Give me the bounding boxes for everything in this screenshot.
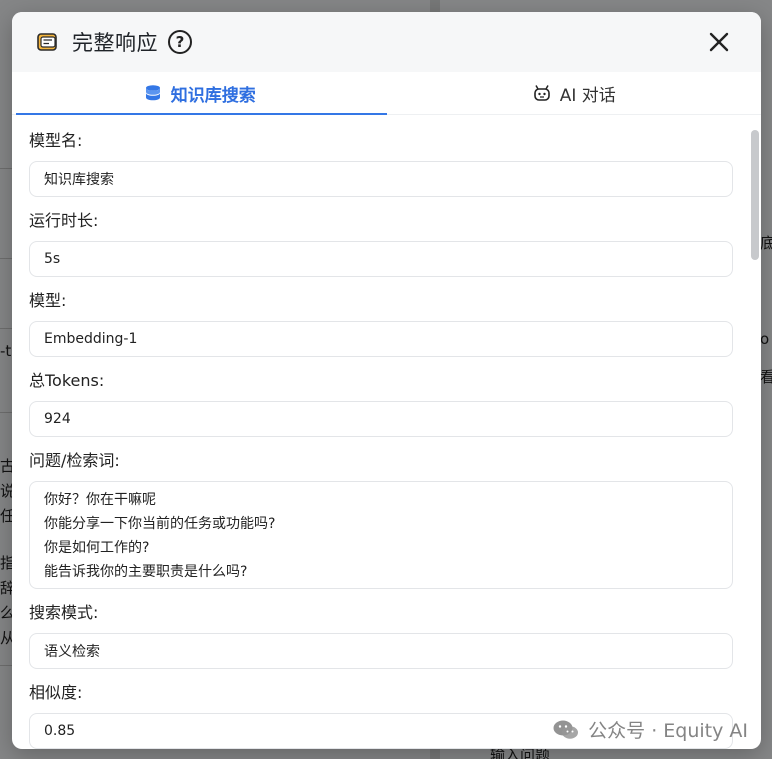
query-line: 你是如何工作的? [44,540,150,556]
watermark: 公众号 · Equity AI [552,716,748,743]
field-run-time: 运行时长: 5s [29,210,733,277]
close-icon [709,32,729,52]
search-mode-value[interactable]: 语义检索 [29,633,733,669]
tab-ai-chat[interactable]: AI 对话 [387,72,762,114]
total-tokens-value[interactable]: 924 [29,401,733,437]
field-label: 搜索模式: [29,603,99,622]
query-textarea[interactable]: 你好？你在干嘛呢 你能分享一下你当前的任务或功能吗? 你是如何工作的? 能告诉我… [29,481,733,589]
tab-label: 知识库搜索 [170,85,256,106]
robot-icon [532,83,552,103]
query-line: 能告诉我你的主要职责是什么吗? [44,564,248,580]
field-total-tokens: 总Tokens: 924 [29,370,733,437]
field-label: 问题/检索词: [29,451,120,470]
field-model: 模型: Embedding-1 [29,290,733,357]
field-label: 相似度: [29,683,83,702]
modal-title: 完整响应 [72,31,158,55]
tab-label: AI 对话 [559,85,616,106]
database-icon [143,83,163,103]
field-query: 问题/检索词: 你好？你在干嘛呢 你能分享一下你当前的任务或功能吗? 你是如何工… [29,450,733,589]
tab-knowledge-search[interactable]: 知识库搜索 [12,72,387,115]
close-button[interactable] [707,30,731,54]
scrollbar[interactable] [751,130,759,260]
help-icon[interactable]: ? [168,30,192,54]
field-model-name: 模型名: 知识库搜索 [29,130,733,197]
run-time-value[interactable]: 5s [29,241,733,277]
response-modal: 完整响应 ? 知识库搜索 AI 对话 模型名: 知识库搜索 运行时长: 5s 模… [12,12,761,749]
modal-header: 完整响应 ? [12,12,761,72]
tab-bar: 知识库搜索 AI 对话 [12,72,761,115]
model-name-value[interactable]: 知识库搜索 [29,161,733,197]
field-label: 总Tokens: [29,371,105,390]
field-label: 模型名: [29,131,83,150]
document-icon [36,31,58,53]
response-content: 模型名: 知识库搜索 运行时长: 5s 模型: Embedding-1 总Tok… [12,116,761,749]
wechat-icon [552,719,580,741]
field-label: 运行时长: [29,211,99,230]
watermark-text: 公众号 · Equity AI [588,720,748,742]
query-line: 你好？你在干嘛呢 [44,492,156,508]
query-line: 你能分享一下你当前的任务或功能吗? [44,516,276,532]
field-label: 模型: [29,291,67,310]
model-value[interactable]: Embedding-1 [29,321,733,357]
field-search-mode: 搜索模式: 语义检索 [29,602,733,669]
